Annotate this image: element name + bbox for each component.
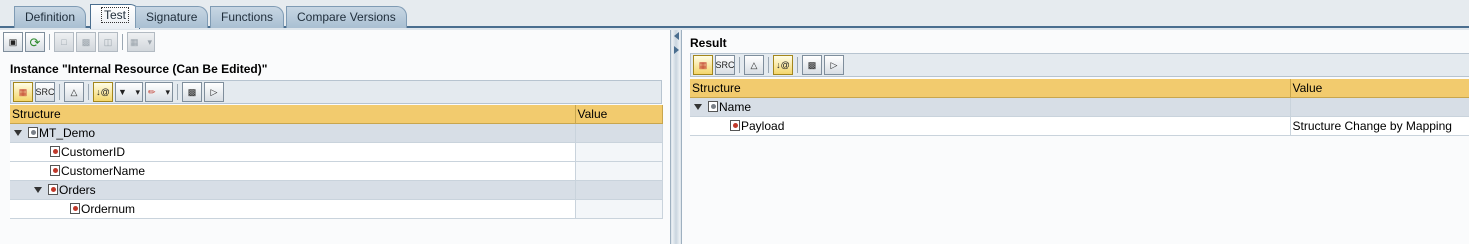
insert-node-icon[interactable]: ↓@ (93, 82, 113, 102)
column-header-structure[interactable]: Structure (690, 79, 1291, 98)
node-label: Orders (59, 182, 96, 197)
value-cell (1290, 97, 1469, 117)
value-cell[interactable] (575, 142, 663, 162)
find-next-icon[interactable]: ▷ (824, 55, 844, 75)
edit-icon[interactable]: ✏ ▾ (145, 82, 173, 102)
expand-triangle-icon[interactable] (14, 129, 22, 136)
display-queue-icon[interactable]: ▦ ▾ (127, 32, 155, 52)
result-table: Structure Value Name Payload Structure C… (690, 79, 1469, 136)
column-header-value[interactable]: Value (1290, 79, 1469, 98)
instance-title: Instance "Internal Resource (Can Be Edit… (10, 62, 268, 76)
node-icon (28, 127, 38, 138)
node-label: CustomerName (61, 163, 146, 178)
table-row[interactable]: Name (690, 97, 1469, 117)
table-view-icon[interactable]: ▦ (693, 55, 713, 75)
node-icon (50, 146, 60, 157)
toolbar-separator (768, 57, 769, 73)
node-label: Ordernum (81, 201, 136, 216)
expand-triangle-icon[interactable] (694, 103, 702, 110)
filter-icon[interactable]: ▼ ▾ (115, 82, 143, 102)
collapse-left-arrow-icon[interactable] (674, 32, 679, 40)
tab-test-label: Test (101, 7, 130, 23)
column-header-value[interactable]: Value (575, 105, 663, 124)
table-row[interactable]: Orders (10, 180, 663, 200)
tab-functions[interactable]: Functions (210, 6, 285, 28)
table-row[interactable]: CustomerName (10, 161, 663, 181)
find-icon[interactable]: ▩ (182, 82, 202, 102)
table-row[interactable]: Ordernum (10, 199, 663, 219)
toolbar-separator (797, 57, 798, 73)
table-row[interactable]: MT_Demo (10, 123, 663, 143)
instance-grid-toolbar: ▦ SRC △ ↓@ ▼ ▾ ✏ ▾ ▩ ▷ (10, 80, 662, 104)
panel-splitter[interactable] (672, 30, 680, 244)
tab-definition[interactable]: Definition (14, 6, 87, 28)
table-row[interactable]: Payload Structure Change by Mapping (690, 116, 1469, 136)
instance-table: Structure Value MT_Demo CustomerID Custo… (10, 105, 663, 219)
value-cell[interactable] (575, 123, 663, 143)
tab-test[interactable]: Test (90, 4, 141, 29)
table-view-icon[interactable]: ▦ (13, 82, 33, 102)
result-panel: Result ▦ SRC △ ↓@ ▩ ▷ Structure Value Na… (681, 30, 1469, 244)
expand-triangle-icon[interactable] (34, 186, 42, 193)
result-title: Result (690, 36, 727, 50)
tab-bar: Definition Test Signature Functions Comp… (0, 0, 1469, 29)
toolbar-separator (177, 84, 178, 100)
node-icon (48, 184, 58, 195)
node-icon (50, 165, 60, 176)
collapse-right-arrow-icon[interactable] (674, 46, 679, 54)
table-row[interactable]: CustomerID (10, 142, 663, 162)
insert-node-icon[interactable]: ↓@ (773, 55, 793, 75)
toolbar-separator (59, 84, 60, 100)
find-icon[interactable]: ▩ (802, 55, 822, 75)
xml-source-icon[interactable]: SRC (715, 55, 735, 75)
value-cell[interactable] (575, 180, 663, 200)
collapse-icon[interactable]: △ (744, 55, 764, 75)
value-cell[interactable] (575, 161, 663, 181)
xml-source-icon[interactable]: SRC (35, 82, 55, 102)
execute-test-icon[interactable]: ⟳ (25, 32, 45, 52)
node-label: Name (719, 99, 752, 114)
toolbar-separator (49, 34, 50, 50)
toolbar-separator (739, 57, 740, 73)
toolbar-separator (122, 34, 123, 50)
find-next-icon[interactable]: ▷ (204, 82, 224, 102)
result-grid-toolbar: ▦ SRC △ ↓@ ▩ ▷ (690, 53, 1469, 77)
tab-signature[interactable]: Signature (135, 6, 209, 28)
node-icon (70, 203, 80, 214)
node-label: Payload (741, 118, 785, 133)
value-cell: Structure Change by Mapping (1290, 116, 1469, 136)
collapse-icon[interactable]: △ (64, 82, 84, 102)
node-label: MT_Demo (39, 125, 96, 140)
load-instance-icon[interactable]: ▣ (3, 32, 23, 52)
column-header-structure[interactable]: Structure (10, 105, 576, 124)
delete-icon[interactable]: ◫ (98, 32, 118, 52)
tab-compare-versions[interactable]: Compare Versions (286, 6, 407, 28)
node-icon (708, 101, 718, 112)
toolbar-separator (88, 84, 89, 100)
instance-panel: ▣ ⟳ □ ▩ ◫ ▦ ▾ Instance "Internal Resource… (0, 30, 671, 244)
node-icon (730, 120, 740, 131)
value-cell[interactable] (575, 199, 663, 219)
new-icon[interactable]: □ (54, 32, 74, 52)
save-icon[interactable]: ▩ (76, 32, 96, 52)
main-toolbar: ▣ ⟳ □ ▩ ◫ ▦ ▾ (3, 31, 157, 53)
node-label: CustomerID (61, 144, 126, 159)
